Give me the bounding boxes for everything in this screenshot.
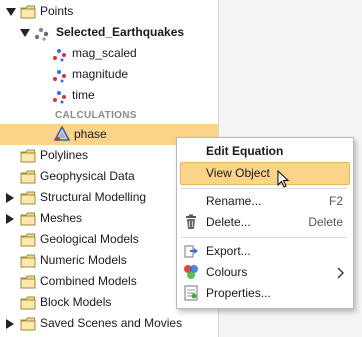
folder-icon: [20, 295, 36, 311]
menu-item-colours[interactable]: Colours: [177, 262, 353, 283]
tree-item-label: Polylines: [40, 148, 89, 162]
points-icon: [34, 25, 50, 41]
tree-item-points[interactable]: Points: [0, 1, 218, 22]
colours-icon: [183, 264, 199, 280]
menu-item-label: Export...: [206, 244, 251, 258]
tree-item-label: Selected_Earthquakes: [56, 25, 185, 39]
tree-item-time[interactable]: time: [0, 85, 218, 106]
menu-item-label: Colours: [206, 265, 248, 279]
menu-item-delete[interactable]: Delete... Delete: [177, 212, 353, 233]
tree-item-label: Combined Models: [40, 274, 137, 288]
tree-item-label: time: [72, 88, 95, 102]
menu-item-edit-equation[interactable]: Edit Equation: [177, 141, 353, 162]
tree-item-label: Geophysical Data: [40, 169, 135, 183]
expanded-arrow-icon[interactable]: [6, 7, 16, 17]
menu-item-label: Rename...: [206, 194, 262, 208]
menu-item-export[interactable]: Export...: [177, 241, 353, 262]
folder-icon: [20, 4, 36, 20]
tree-item-label: Geological Models: [40, 232, 139, 246]
tree-item-label: Saved Scenes and Movies: [40, 316, 183, 330]
tree-item-label: phase: [74, 127, 107, 141]
tree-item-label: Numeric Models: [40, 253, 127, 267]
expanded-arrow-icon[interactable]: [20, 28, 30, 38]
folder-icon: [20, 211, 36, 227]
column-points-icon: [52, 46, 68, 62]
collapsed-arrow-icon[interactable]: [5, 319, 15, 329]
trash-icon: [183, 214, 199, 230]
tree-item-label: magnitude: [72, 67, 129, 81]
menu-item-view-object[interactable]: View Object: [180, 162, 350, 185]
folder-icon: [20, 316, 36, 332]
tree-item-label: Points: [40, 4, 74, 18]
tree-item-label: Meshes: [40, 211, 83, 225]
folder-icon: [20, 190, 36, 206]
tree-item-saved-scenes[interactable]: Saved Scenes and Movies: [0, 313, 218, 334]
export-icon: [183, 243, 199, 259]
tree-item-mag-scaled[interactable]: mag_scaled: [0, 43, 218, 64]
properties-icon: [183, 285, 199, 301]
mouse-cursor-icon: [277, 169, 291, 190]
menu-separator: [181, 188, 347, 189]
menu-item-properties[interactable]: Properties...: [177, 283, 353, 304]
shortcut-label: Delete: [308, 215, 343, 229]
context-menu: Edit Equation View Object Rename... F2 D…: [176, 137, 354, 309]
shortcut-label: F2: [328, 194, 343, 208]
menu-item-label: View Object: [206, 166, 270, 180]
column-points-icon: [52, 67, 68, 83]
folder-icon: [20, 148, 36, 164]
folder-icon: [20, 169, 36, 185]
menu-item-rename[interactable]: Rename... F2: [177, 191, 353, 212]
menu-item-label: Properties...: [206, 286, 271, 300]
collapsed-arrow-icon[interactable]: [5, 193, 15, 203]
column-points-icon: [52, 88, 68, 104]
folder-icon: [20, 274, 36, 290]
tree-item-magnitude[interactable]: magnitude: [0, 64, 218, 85]
folder-icon: [20, 253, 36, 269]
tree-item-label: Block Models: [40, 295, 112, 309]
collapsed-arrow-icon[interactable]: [5, 214, 15, 224]
calculations-section-header: CALCULATIONS: [55, 110, 137, 121]
calculation-icon: [53, 125, 71, 142]
menu-separator: [181, 237, 347, 238]
tree-item-label: mag_scaled: [72, 46, 137, 60]
tree-item-label: Structural Modelling: [40, 190, 147, 204]
menu-item-label: Edit Equation: [206, 144, 284, 158]
folder-icon: [20, 232, 36, 248]
menu-item-label: Delete...: [206, 215, 251, 229]
tree-item-selected-earthquakes[interactable]: Selected_Earthquakes: [0, 22, 218, 43]
